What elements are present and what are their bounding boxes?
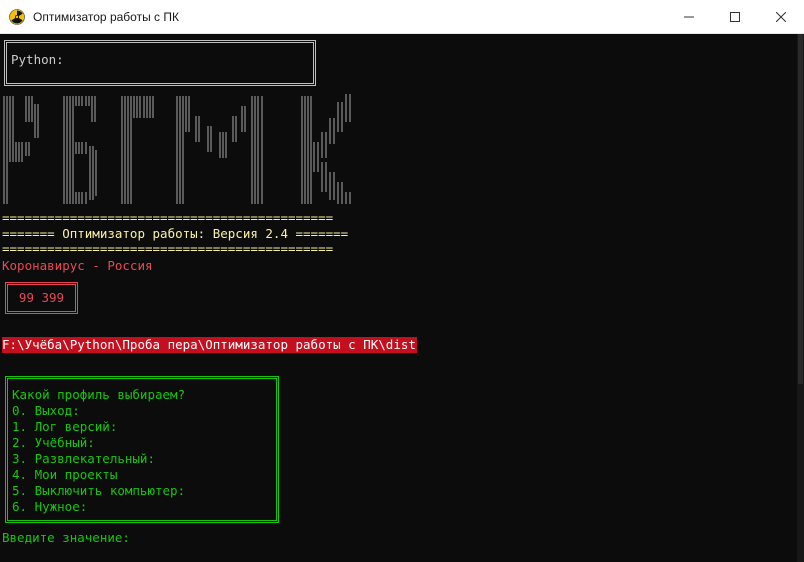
python-frame: Python: bbox=[4, 40, 316, 86]
menu-item-study: 2. Учёбный: bbox=[12, 435, 95, 450]
corona-label: Коронавирус - Россия bbox=[2, 258, 153, 273]
input-prompt[interactable]: Введите значение: bbox=[2, 530, 130, 546]
ascii-art-banner bbox=[3, 94, 351, 204]
menu-item-entertainment: 3. Развлекательный: bbox=[12, 451, 155, 466]
console-output[interactable]: Python: ================================… bbox=[0, 34, 797, 562]
profile-menu-frame: Какой профиль выбираем? 0. Выход: 1. Лог… bbox=[5, 376, 279, 523]
minimize-button[interactable] bbox=[666, 0, 712, 33]
close-button[interactable] bbox=[758, 0, 804, 33]
close-icon bbox=[776, 11, 786, 22]
separator-bottom: ========================================… bbox=[2, 241, 334, 256]
maximize-button[interactable] bbox=[712, 0, 758, 33]
version-header: ======= Оптимизатор работы: Версия 2.4 =… bbox=[2, 226, 349, 241]
menu-question: Какой профиль выбираем? bbox=[12, 387, 186, 402]
radiation-icon bbox=[9, 8, 25, 25]
scrollbar-thumb[interactable] bbox=[798, 34, 803, 384]
current-path: F:\Учёба\Python\Проба пера\Оптимизатор р… bbox=[2, 337, 417, 353]
menu-item-shutdown: 5. Выключить компьютер: bbox=[12, 483, 186, 498]
console-window: Оптимизатор работы с ПК Python: ========… bbox=[0, 0, 804, 562]
vertical-scrollbar[interactable] bbox=[797, 34, 804, 562]
python-prompt: Python: bbox=[11, 52, 64, 67]
separator-top: ========================================… bbox=[2, 210, 334, 225]
menu-item-exit: 0. Выход: bbox=[12, 403, 80, 418]
maximize-icon bbox=[730, 11, 740, 22]
minimize-icon bbox=[684, 16, 694, 17]
title-bar[interactable]: Оптимизатор работы с ПК bbox=[0, 0, 804, 34]
window-title: Оптимизатор работы с ПК bbox=[33, 9, 179, 24]
menu-item-version-log: 1. Лог версий: bbox=[12, 419, 118, 434]
corona-count-frame: 99 399 bbox=[5, 282, 78, 314]
corona-count: 99 399 bbox=[18, 290, 65, 305]
menu-item-my-projects: 4. Мои проекты bbox=[12, 467, 118, 482]
window-controls bbox=[666, 0, 804, 33]
menu-item-needed: 6. Нужное: bbox=[12, 499, 88, 514]
